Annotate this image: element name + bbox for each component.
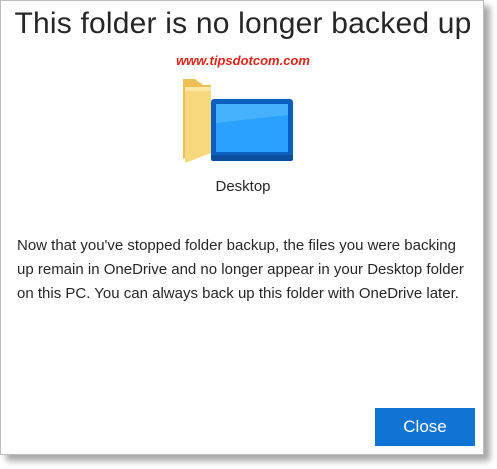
dialog-title: This folder is no longer backed up — [14, 7, 472, 40]
watermark-text: www.tipsdotcom.com — [176, 53, 310, 68]
close-button[interactable]: Close — [375, 408, 475, 446]
desktop-folder-icon — [181, 75, 296, 167]
dialog-message: Now that you've stopped folder backup, t… — [17, 237, 464, 302]
folder-name-label: Desktop — [215, 178, 271, 195]
backup-stopped-dialog: This folder is no longer backed up www.t… — [0, 0, 484, 455]
